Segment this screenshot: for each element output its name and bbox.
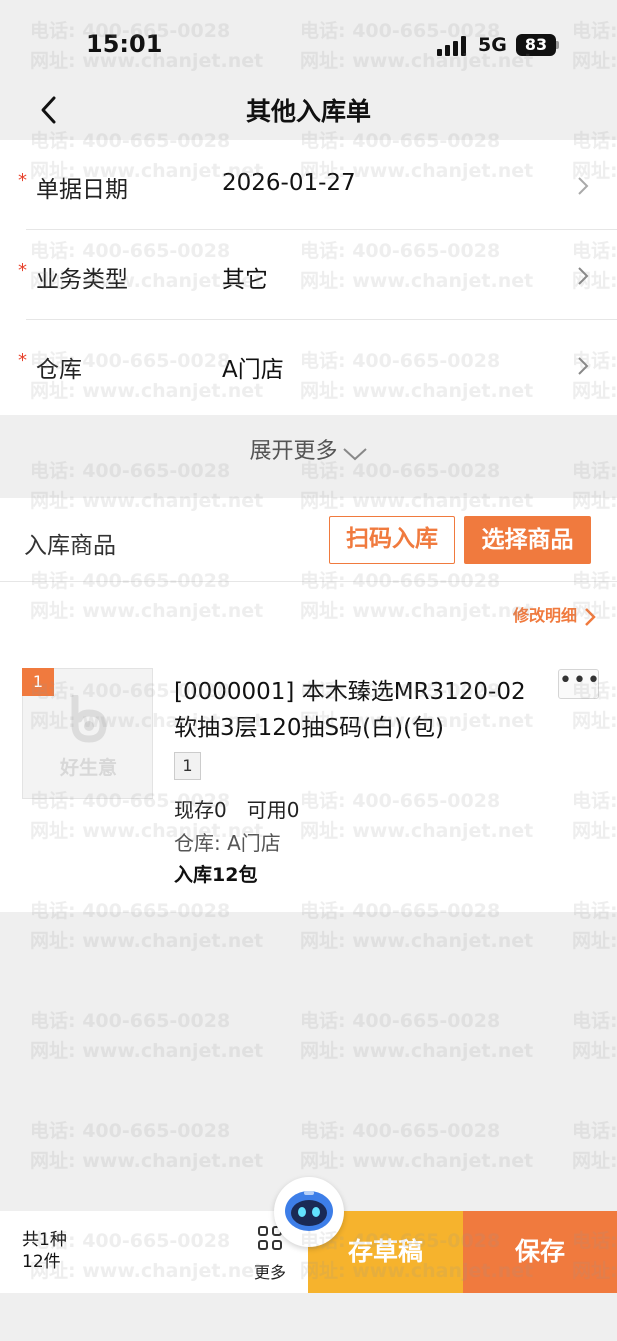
watermark-text: 电话: 400-665-0028网址: www.chanjet.net [572, 1010, 617, 1062]
chevron-right-icon [578, 177, 589, 195]
document-form: * 单据日期 2026-01-27 * 业务类型 其它 * 仓库 A门店 [0, 140, 617, 415]
item-name: [0000001] 本木臻选MR3120-02软抽3层120抽S码(白)(包) [174, 679, 526, 741]
field-value: A门店 [222, 357, 284, 383]
signal-icon [437, 36, 469, 56]
thumbnail-text: 好生意 [59, 757, 117, 779]
edit-detail-link[interactable]: 修改明细 [513, 602, 597, 628]
quantity-tag: 1 [174, 752, 201, 780]
network-label: 5G [478, 34, 507, 56]
battery-tip [556, 41, 559, 49]
select-goods-button[interactable]: 选择商品 [464, 516, 591, 564]
chevron-right-icon [578, 267, 589, 285]
chevron-down-icon [342, 448, 367, 461]
watermark-text: 电话: 400-665-0028网址: www.chanjet.net [572, 1120, 617, 1172]
more-label: 更多 [253, 1263, 286, 1282]
goods-item-card: 修改明细 好生意 1 [0000001] 本木臻选MR3120-02软抽3层12… [0, 582, 617, 912]
goods-section-title: 入库商品 [24, 533, 116, 559]
required-mark: * [18, 170, 27, 191]
save-button[interactable]: 保存 [463, 1211, 617, 1293]
watermark-text: 电话: 400-665-0028网址: www.chanjet.net [30, 1120, 264, 1172]
brand-logo-icon [71, 695, 107, 743]
assistant-robot-icon[interactable] [274, 1177, 344, 1247]
page-title: 其他入库单 [245, 97, 371, 126]
expand-more-button[interactable]: 展开更多 [0, 415, 617, 481]
stock-current: 现存0 [174, 798, 227, 822]
form-row-business-type[interactable]: * 业务类型 其它 [0, 230, 617, 320]
battery-icon: 83 [516, 34, 556, 56]
summary-kinds: 共1种 [22, 1230, 67, 1250]
field-label: 单据日期 [36, 177, 128, 203]
scan-inbound-button[interactable]: 扫码入库 [329, 516, 455, 564]
more-options-button[interactable]: ••• [558, 669, 600, 699]
watermark-text: 电话: 400-665-0028网址: www.chanjet.net [30, 1010, 264, 1062]
required-mark: * [18, 260, 27, 281]
item-warehouse: 仓库: A门店 [174, 831, 281, 855]
field-label: 业务类型 [36, 267, 128, 293]
chevron-right-icon [585, 607, 596, 626]
bottom-action-bar: 共1种 12件 更多 存草稿 保存 [0, 1177, 617, 1293]
item-index-badge: 1 [22, 668, 54, 696]
status-time: 15:01 [86, 30, 163, 58]
home-indicator-area [0, 1293, 617, 1341]
form-row-date[interactable]: * 单据日期 2026-01-27 [0, 140, 617, 230]
order-summary: 共1种 12件 [22, 1229, 67, 1273]
field-value: 其它 [222, 267, 268, 293]
expand-more-label: 展开更多 [249, 439, 338, 464]
watermark-text: 电话: 400-665-0028网址: www.chanjet.net [300, 1120, 534, 1172]
form-row-warehouse[interactable]: * 仓库 A门店 [0, 320, 617, 410]
required-mark: * [18, 350, 27, 371]
nav-bar: 其他入库单 [0, 80, 617, 140]
edit-detail-label: 修改明细 [512, 606, 577, 625]
field-value: 2026-01-27 [222, 170, 356, 196]
stock-info: 现存0 可用0 [174, 794, 299, 823]
stock-available: 可用0 [246, 798, 300, 822]
chevron-right-icon [578, 357, 589, 375]
watermark-text: 电话: 400-665-0028网址: www.chanjet.net [300, 1010, 534, 1062]
field-label: 仓库 [36, 357, 82, 383]
summary-count: 12件 [22, 1252, 61, 1272]
status-bar: 15:01 5G 83 [0, 0, 617, 80]
goods-header: 入库商品 扫码入库 选择商品 [0, 498, 617, 582]
item-inbound-qty: 入库12包 [174, 864, 258, 886]
